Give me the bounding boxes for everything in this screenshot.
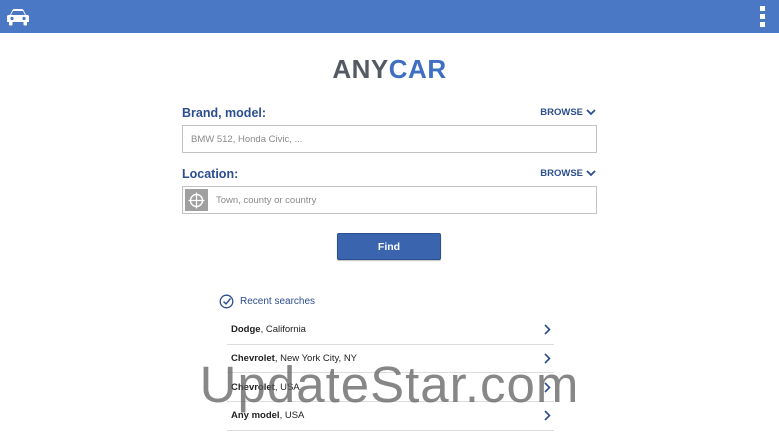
recent-search-place: , California — [260, 324, 306, 336]
history-icon — [219, 294, 234, 308]
find-button[interactable]: Find — [337, 233, 441, 260]
recent-search-text: Any model, USA — [231, 410, 304, 421]
recent-search-place: , New York City, NY — [274, 353, 358, 365]
recent-search-item[interactable]: Chevrolet, USA — [227, 373, 554, 403]
recent-search-place: , USA — [274, 381, 300, 393]
location-label: Location: — [182, 167, 239, 181]
recent-search-brand: Chevrolet — [231, 353, 275, 365]
location-browse-label: BROWSE — [540, 168, 583, 179]
chevron-right-icon — [544, 353, 551, 364]
chevron-down-icon — [586, 170, 596, 177]
location-field[interactable] — [182, 186, 597, 214]
recent-search-item[interactable]: Chevrolet, New York City, NY — [227, 345, 554, 374]
recent-search-item[interactable]: Any model, USA — [227, 402, 554, 431]
app-logo: ANYCAR — [0, 54, 779, 85]
car-icon[interactable] — [6, 7, 30, 27]
brand-browse-button[interactable]: BROWSE — [540, 107, 596, 118]
brand-model-label: Brand, model: — [182, 106, 267, 120]
logo-any: ANY — [332, 54, 389, 84]
overflow-menu-icon[interactable] — [760, 6, 766, 28]
recent-searches-header: Recent searches — [219, 293, 315, 309]
recent-search-item[interactable]: Dodge, California — [227, 316, 554, 345]
app-toolbar — [0, 0, 779, 33]
recent-search-text: Dodge, California — [231, 324, 306, 335]
recent-search-brand: Any model — [231, 410, 280, 422]
recent-search-place: , USA — [279, 410, 305, 422]
chevron-right-icon — [544, 410, 551, 421]
recent-search-brand: Chevrolet — [231, 381, 275, 393]
chevron-down-icon — [586, 109, 596, 116]
recent-searches-list: Dodge, California Chevrolet, New York Ci… — [227, 316, 554, 431]
brand-model-input[interactable] — [183, 126, 596, 152]
chevron-right-icon — [544, 382, 551, 393]
recent-search-text: Chevrolet, New York City, NY — [231, 353, 357, 364]
recent-searches-title: Recent searches — [240, 295, 316, 307]
crosshair-icon — [188, 192, 205, 208]
recent-search-text: Chevrolet, USA — [231, 382, 300, 393]
chevron-right-icon — [544, 324, 551, 335]
locate-me-button[interactable] — [185, 189, 208, 211]
recent-search-brand: Dodge — [231, 324, 261, 336]
brand-model-field[interactable] — [182, 125, 597, 153]
logo-car: CAR — [388, 54, 447, 84]
location-browse-button[interactable]: BROWSE — [540, 168, 596, 179]
location-input[interactable] — [183, 187, 596, 213]
brand-browse-label: BROWSE — [540, 107, 583, 118]
